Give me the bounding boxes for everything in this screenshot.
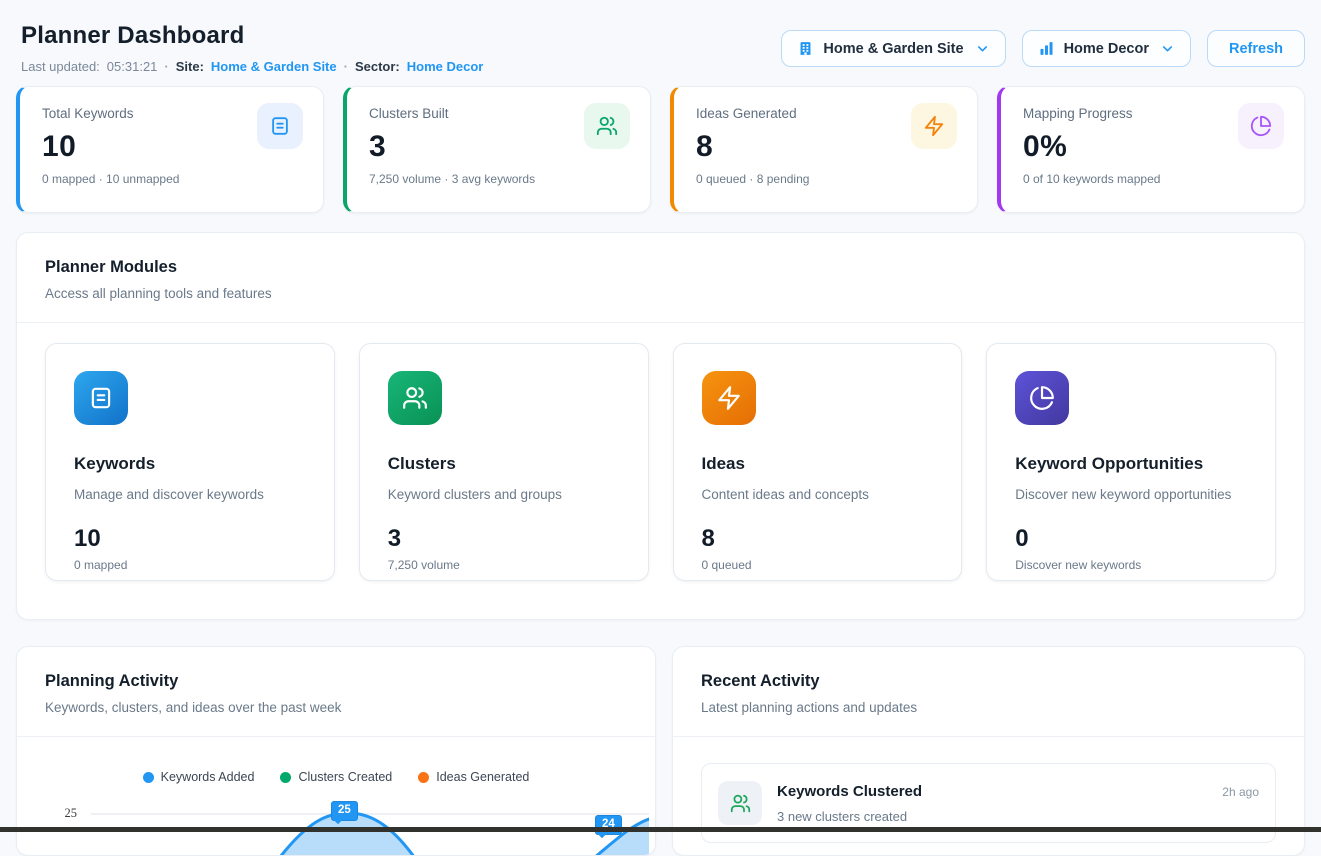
meta-line: Last updated: 05:31:21 · Site: Home & Ga… — [21, 59, 483, 74]
bottom-row: Planning Activity Keywords, clusters, an… — [16, 646, 1305, 856]
note-icon — [257, 103, 303, 149]
legend-item-keywords-added[interactable]: Keywords Added — [143, 770, 255, 784]
site-selector-label: Home & Garden Site — [823, 41, 963, 57]
stats-row: Total Keywords 10 0 mapped · 10 unmapped… — [16, 86, 1305, 213]
panel-subtitle: Keywords, clusters, and ideas over the p… — [45, 700, 627, 715]
activity-panel-header: Planning Activity Keywords, clusters, an… — [17, 647, 655, 736]
chevron-down-icon — [975, 41, 990, 56]
module-card-ideas[interactable]: Ideas Content ideas and concepts 8 0 que… — [673, 343, 963, 581]
divider — [673, 736, 1304, 737]
recent-panel-header: Recent Activity Latest planning actions … — [673, 647, 1304, 736]
legend-dot — [418, 772, 429, 783]
users-icon — [388, 371, 442, 425]
module-value: 0 — [1015, 525, 1247, 553]
module-sub: 0 queued — [702, 558, 934, 572]
users-icon — [584, 103, 630, 149]
activity-title: Keywords Clustered — [777, 783, 922, 800]
area-chart-svg — [41, 789, 649, 856]
refresh-button[interactable]: Refresh — [1207, 30, 1305, 67]
site-label: Site: — [176, 59, 204, 74]
module-sub: Discover new keywords — [1015, 558, 1247, 572]
module-description: Manage and discover keywords — [74, 487, 306, 502]
bottom-screen-edge — [0, 827, 1321, 832]
panel-subtitle: Access all planning tools and features — [45, 286, 1276, 301]
activity-description: 3 new clusters created — [777, 809, 922, 824]
panel-subtitle: Latest planning actions and updates — [701, 700, 1276, 715]
modules-panel-header: Planner Modules Access all planning tool… — [17, 233, 1304, 322]
legend-label: Clusters Created — [298, 770, 392, 784]
pie-chart-icon — [1015, 371, 1069, 425]
zap-icon — [911, 103, 957, 149]
divider — [17, 736, 655, 737]
bar-chart-icon — [1038, 40, 1055, 57]
legend-label: Ideas Generated — [436, 770, 529, 784]
module-title: Keyword Opportunities — [1015, 454, 1247, 474]
stat-sub: 0 mapped · 10 unmapped — [42, 172, 301, 186]
header-toolbar: Home & Garden Site Home Decor Refresh — [781, 30, 1305, 67]
module-title: Ideas — [702, 454, 934, 474]
point-label-badge: 25 — [331, 801, 358, 821]
legend-dot — [143, 772, 154, 783]
module-title: Keywords — [74, 454, 306, 474]
site-selector-button[interactable]: Home & Garden Site — [781, 30, 1005, 67]
planner-modules-panel: Planner Modules Access all planning tool… — [16, 232, 1305, 620]
legend-dot — [280, 772, 291, 783]
activity-time: 2h ago — [1222, 785, 1259, 799]
module-description: Content ideas and concepts — [702, 487, 934, 502]
module-card-keywords[interactable]: Keywords Manage and discover keywords 10… — [45, 343, 335, 581]
meta-dot: · — [164, 59, 168, 74]
stat-card-mapping-progress: Mapping Progress 0% 0 of 10 keywords map… — [997, 86, 1305, 213]
module-value: 3 — [388, 525, 620, 553]
last-updated-label: Last updated: — [21, 59, 100, 74]
stat-sub: 0 queued · 8 pending — [696, 172, 955, 186]
legend-item-clusters-created[interactable]: Clusters Created — [280, 770, 392, 784]
stat-card-clusters-built: Clusters Built 3 7,250 volume · 3 avg ke… — [343, 86, 651, 213]
legend-label: Keywords Added — [161, 770, 255, 784]
panel-title: Planning Activity — [45, 672, 627, 691]
sector-selector-label: Home Decor — [1064, 41, 1149, 57]
activity-chart: 25 25 24 — [41, 789, 649, 856]
module-card-clusters[interactable]: Clusters Keyword clusters and groups 3 7… — [359, 343, 649, 581]
y-axis-tick: 25 — [41, 806, 77, 821]
module-value: 8 — [702, 525, 934, 553]
module-title: Clusters — [388, 454, 620, 474]
stat-card-ideas-generated: Ideas Generated 8 0 queued · 8 pending — [670, 86, 978, 213]
stat-card-total-keywords: Total Keywords 10 0 mapped · 10 unmapped — [16, 86, 324, 213]
header-left: Planner Dashboard Last updated: 05:31:21… — [21, 22, 483, 74]
planning-activity-panel: Planning Activity Keywords, clusters, an… — [16, 646, 656, 856]
building-icon — [797, 40, 814, 57]
page-title: Planner Dashboard — [21, 22, 483, 50]
module-sub: 7,250 volume — [388, 558, 620, 572]
module-card-keyword-opportunities[interactable]: Keyword Opportunities Discover new keywo… — [986, 343, 1276, 581]
panel-title: Planner Modules — [45, 258, 1276, 277]
sector-link[interactable]: Home Decor — [407, 59, 484, 74]
recent-activity-panel: Recent Activity Latest planning actions … — [672, 646, 1305, 856]
legend-item-ideas-generated[interactable]: Ideas Generated — [418, 770, 529, 784]
sector-selector-button[interactable]: Home Decor — [1022, 30, 1191, 67]
chevron-down-icon — [1160, 41, 1175, 56]
meta-dot: · — [344, 59, 348, 74]
panel-title: Recent Activity — [701, 672, 1276, 691]
refresh-label: Refresh — [1229, 41, 1283, 57]
users-icon — [718, 781, 762, 825]
site-link[interactable]: Home & Garden Site — [211, 59, 337, 74]
note-icon — [74, 371, 128, 425]
zap-icon — [702, 371, 756, 425]
stat-sub: 7,250 volume · 3 avg keywords — [369, 172, 628, 186]
module-description: Discover new keyword opportunities — [1015, 487, 1247, 502]
module-description: Keyword clusters and groups — [388, 487, 620, 502]
activity-item-body: Keywords Clustered 3 new clusters create… — [777, 781, 922, 824]
page-header: Planner Dashboard Last updated: 05:31:21… — [0, 0, 1321, 74]
pie-chart-icon — [1238, 103, 1284, 149]
stat-sub: 0 of 10 keywords mapped — [1023, 172, 1282, 186]
module-sub: 0 mapped — [74, 558, 306, 572]
last-updated-value: 05:31:21 — [107, 59, 158, 74]
modules-grid: Keywords Manage and discover keywords 10… — [17, 323, 1304, 609]
module-value: 10 — [74, 525, 306, 553]
chart-legend: Keywords Added Clusters Created Ideas Ge… — [17, 770, 655, 784]
sector-label: Sector: — [355, 59, 400, 74]
